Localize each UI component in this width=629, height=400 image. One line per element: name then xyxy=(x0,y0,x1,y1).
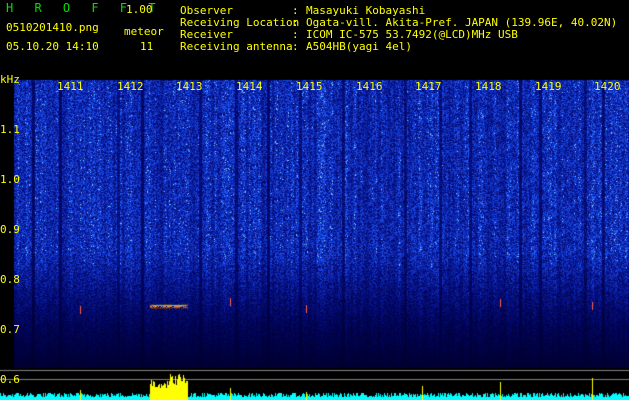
freq-tick: 1.1 xyxy=(0,123,20,136)
time-tick: 1418 xyxy=(475,80,502,93)
date-time: 05.10.20 14:10 xyxy=(6,40,99,53)
time-tick: 1419 xyxy=(535,80,562,93)
colon: : xyxy=(292,40,299,53)
freq-tick: 0.8 xyxy=(0,273,20,286)
time-tick: 1416 xyxy=(356,80,383,93)
freq-tick: 1.0 xyxy=(0,173,20,186)
freq-tick: 0.9 xyxy=(0,223,20,236)
time-tick: 1412 xyxy=(117,80,144,93)
time-tick: 1414 xyxy=(236,80,263,93)
time-tick: 1417 xyxy=(415,80,442,93)
antenna-value: A504HB(yagi 4el) xyxy=(306,40,412,53)
freq-tick: 0.6 xyxy=(0,373,20,386)
freq-tick: 0.7 xyxy=(0,323,20,336)
time-tick: 1420 xyxy=(594,80,621,93)
freq-unit-label: kHz xyxy=(0,73,20,86)
app-version: 1.00 xyxy=(126,3,153,16)
time-tick: 1413 xyxy=(176,80,203,93)
antenna-label: Receiving antenna xyxy=(180,40,293,53)
spectrogram-waterfall xyxy=(0,0,629,400)
file-name: 0510201410.png xyxy=(6,21,99,34)
time-tick: 1411 xyxy=(57,80,84,93)
meteor-count: 11 xyxy=(140,40,154,53)
meteor-label: meteor xyxy=(124,25,164,38)
time-tick: 1415 xyxy=(296,80,323,93)
